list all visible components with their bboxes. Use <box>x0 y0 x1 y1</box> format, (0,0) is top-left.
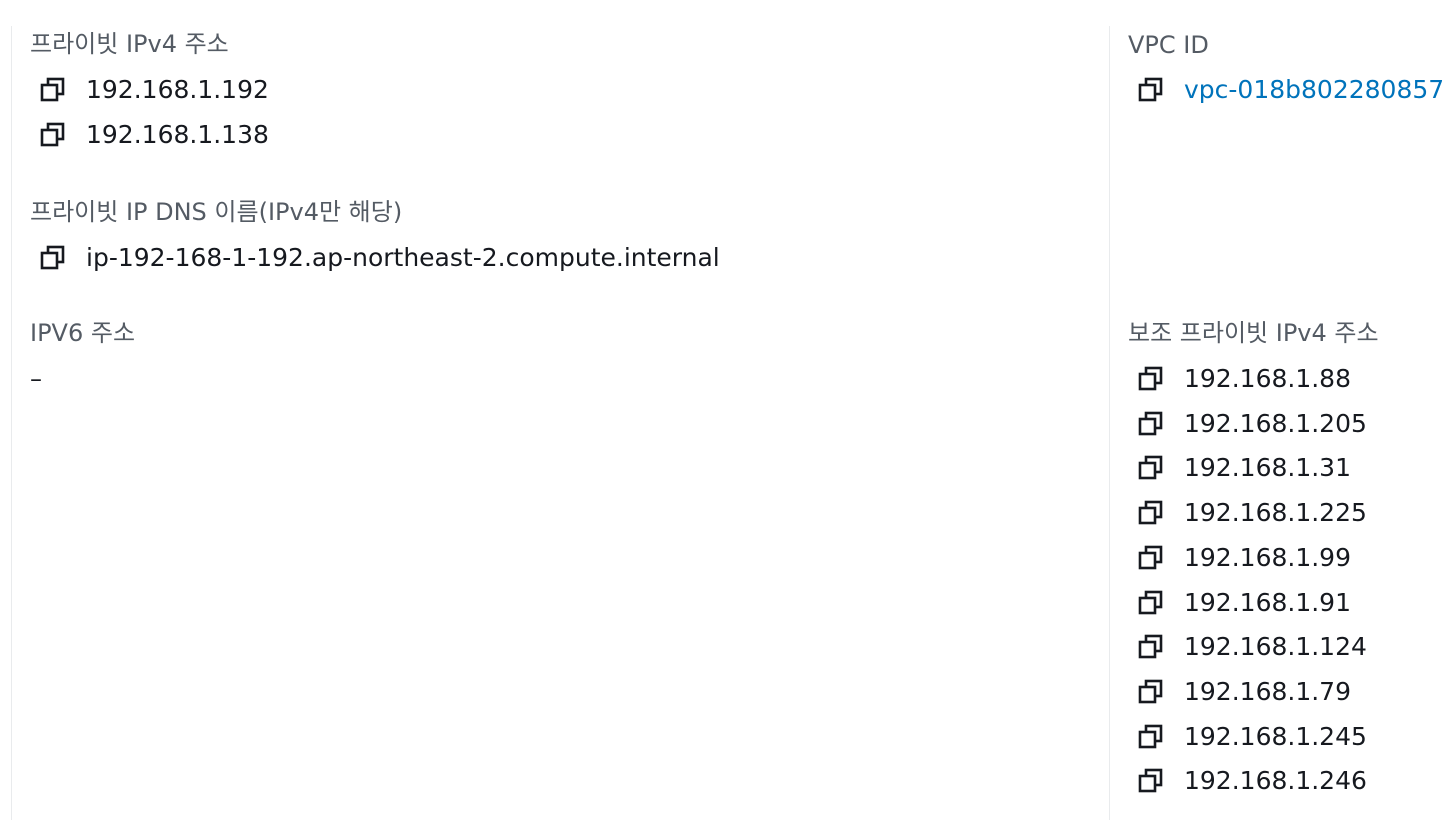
secondary-ipv4-row: 192.168.1.245 <box>1128 720 1367 754</box>
secondary-ipv4-value: 192.168.1.205 <box>1184 408 1367 438</box>
secondary-ipv4-row: 192.168.1.79 <box>1128 675 1351 709</box>
secondary-ipv4-value: 192.168.1.124 <box>1184 632 1367 662</box>
copy-icon[interactable] <box>38 120 68 150</box>
copy-icon[interactable] <box>38 243 68 273</box>
private-ipv4-row: 192.168.1.192 <box>30 73 269 107</box>
copy-icon[interactable] <box>1136 364 1166 394</box>
instance-networking-details: 프라이빗 IPv4 주소 192.168.1.192 192.168.1.138… <box>0 0 1450 820</box>
secondary-ipv4-value: 192.168.1.245 <box>1184 721 1367 751</box>
secondary-ipv4-value: 192.168.1.225 <box>1184 498 1367 528</box>
secondary-ipv4-value: 192.168.1.91 <box>1184 587 1351 617</box>
private-dns-label: 프라이빗 IP DNS 이름(IPv4만 해당) <box>30 198 403 226</box>
copy-icon[interactable] <box>1136 632 1166 662</box>
copy-icon[interactable] <box>1136 677 1166 707</box>
ipv6-value: – <box>30 365 42 393</box>
vpc-id-link[interactable]: vpc-018b802280857 <box>1184 73 1444 107</box>
copy-icon[interactable] <box>1136 498 1166 528</box>
vpc-id-label: VPC ID <box>1128 31 1209 59</box>
secondary-ipv4-row: 192.168.1.31 <box>1128 451 1351 485</box>
copy-icon[interactable] <box>1136 409 1166 439</box>
private-dns-value: ip-192-168-1-192.ap-northeast-2.compute.… <box>86 243 720 272</box>
copy-icon[interactable] <box>1136 588 1166 618</box>
copy-icon[interactable] <box>1136 453 1166 483</box>
secondary-ipv4-row: 192.168.1.99 <box>1128 541 1351 575</box>
private-dns-row: ip-192-168-1-192.ap-northeast-2.compute.… <box>30 241 720 275</box>
secondary-ipv4-value: 192.168.1.79 <box>1184 676 1351 706</box>
private-ipv4-label: 프라이빗 IPv4 주소 <box>30 30 229 58</box>
private-ipv4-value: 192.168.1.192 <box>86 75 269 104</box>
copy-icon[interactable] <box>1136 722 1166 752</box>
column-divider <box>11 26 12 820</box>
private-ipv4-value: 192.168.1.138 <box>86 120 269 149</box>
secondary-ipv4-value: 192.168.1.246 <box>1184 766 1367 796</box>
copy-icon[interactable] <box>38 75 68 105</box>
secondary-ipv4-row: 192.168.1.91 <box>1128 586 1351 620</box>
secondary-ipv4-label: 보조 프라이빗 IPv4 주소 <box>1128 319 1379 347</box>
secondary-ipv4-value: 192.168.1.99 <box>1184 542 1351 572</box>
copy-icon[interactable] <box>1136 543 1166 573</box>
secondary-ipv4-row: 192.168.1.246 <box>1128 764 1367 798</box>
secondary-ipv4-value: 192.168.1.31 <box>1184 453 1351 483</box>
secondary-ipv4-row: 192.168.1.225 <box>1128 496 1367 530</box>
ipv6-label: IPV6 주소 <box>30 319 136 347</box>
copy-icon[interactable] <box>1136 75 1166 105</box>
copy-icon[interactable] <box>1136 766 1166 796</box>
secondary-ipv4-row: 192.168.1.124 <box>1128 630 1367 664</box>
vpc-id-row: vpc-018b802280857 <box>1128 73 1444 107</box>
secondary-ipv4-row: 192.168.1.88 <box>1128 362 1351 396</box>
secondary-ipv4-row: 192.168.1.205 <box>1128 407 1367 441</box>
column-divider <box>1109 26 1110 820</box>
private-ipv4-row: 192.168.1.138 <box>30 118 269 152</box>
secondary-ipv4-value: 192.168.1.88 <box>1184 364 1351 393</box>
